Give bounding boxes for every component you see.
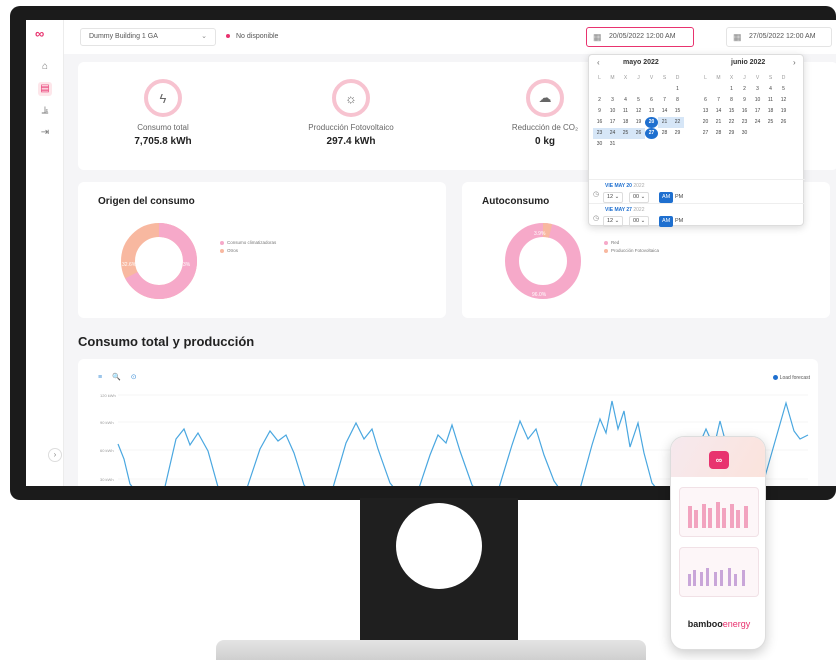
week-row: 12345 xyxy=(730,86,785,92)
monitor-frame: ∞ ⌂ ▤ ⫡ ⇥ › Dummy Building 1 GA ⌄ No dis… xyxy=(10,6,836,500)
donut-label-fotovoltaica: 96.0% xyxy=(532,292,547,298)
donut-label-red: 3.9% xyxy=(534,231,546,237)
calendar-icon: ▦ xyxy=(593,32,602,42)
kpi-label: Producción Fotovoltaico xyxy=(308,123,394,132)
chart-icon[interactable]: ⫡ xyxy=(38,104,52,118)
kpi-value: 297.4 kWh xyxy=(326,136,376,147)
sidebar-collapse-button[interactable]: › xyxy=(48,448,62,462)
month-label: mayo 2022 xyxy=(623,59,659,66)
origen-card: Origen del consumo 67.3% 32.6% Consumo c… xyxy=(78,182,446,318)
week-row: 9 10 11 12 13 14 15 xyxy=(598,108,681,114)
am-button[interactable]: AM xyxy=(659,216,674,227)
prev-month-button[interactable]: ‹ xyxy=(597,58,600,67)
donut-label-otros: 32.6% xyxy=(122,262,137,268)
kpi-consumo: ϟ Consumo total 7,705.8 kWh xyxy=(88,62,238,147)
topbar: Dummy Building 1 GA ⌄ No disponible ▦ 20… xyxy=(64,20,836,54)
time-picker-date: VIE MAY 27 2022 xyxy=(605,207,645,213)
status-text: No disponible xyxy=(236,33,279,40)
legend-item: Otros xyxy=(220,248,276,253)
week-row: 13 14 15 16 17 18 19 xyxy=(702,108,787,114)
week-row: 30 31 xyxy=(596,141,616,147)
date-to-value: 27/05/2022 12:00 AM xyxy=(749,33,816,40)
y-tick-label: 30 kWh xyxy=(100,477,114,482)
phone-mini-chart xyxy=(688,502,748,528)
legend-item: Producción Fotovoltaica xyxy=(604,248,659,253)
phone-app-logo: ∞ xyxy=(709,451,729,469)
calendar-grid-june: LMXJVSD 12345 6 7 8 9 10 11 12 13 14 15 16 17 18 19 … xyxy=(699,73,799,139)
clock-icon: ◷ xyxy=(593,191,600,198)
weekday-row: LMXJVSD xyxy=(598,75,680,81)
week-row: 16 17 18 19 20 21 22 xyxy=(593,117,693,128)
pm-button[interactable]: PM xyxy=(675,216,683,227)
minute-select[interactable]: 00 ⌄ xyxy=(629,216,650,227)
legend-item: Consumo climatizadoras xyxy=(220,240,276,245)
logout-icon[interactable]: ⇥ xyxy=(38,126,52,140)
y-tick-label: 120 kWh xyxy=(100,393,116,398)
month-label: junio 2022 xyxy=(731,59,766,66)
stand-cutout xyxy=(396,503,482,589)
home-icon[interactable]: ⌂ xyxy=(38,60,52,74)
phone-mini-chart xyxy=(688,568,745,586)
calendar-grid-may: LMXJVSD 1 2345678 9 10 11 12 13 14 15 16 17 18 19… xyxy=(593,73,693,150)
pm-button[interactable]: PM xyxy=(675,192,683,203)
am-button[interactable]: AM xyxy=(659,192,674,203)
card-title: Autoconsumo xyxy=(482,196,550,207)
next-month-button[interactable]: › xyxy=(793,58,796,67)
weekday-row: LMXJVSD xyxy=(704,75,786,81)
week-row: 2345678 xyxy=(598,97,679,103)
origen-donut: 67.3% 32.6% xyxy=(121,223,197,299)
status-indicator: No disponible xyxy=(226,28,278,46)
kpi-produccion: ☼ Producción Fotovoltaico 297.4 kWh xyxy=(276,62,426,147)
minute-select[interactable]: 00 ⌄ xyxy=(629,192,650,203)
card-title: Origen del consumo xyxy=(98,196,195,207)
y-tick-label: 90 kWh xyxy=(100,420,114,425)
donut-label-climatizadoras: 67.3% xyxy=(176,262,191,268)
week-row: 27 28 29 30 xyxy=(702,130,748,136)
sun-icon: ☼ xyxy=(332,79,370,117)
donut-segment-fotovoltaica xyxy=(505,223,581,299)
app-screen: ∞ ⌂ ▤ ⫡ ⇥ › Dummy Building 1 GA ⌄ No dis… xyxy=(26,20,836,486)
origen-legend: Consumo climatizadoras Otros xyxy=(220,240,276,256)
status-dot-icon xyxy=(226,34,230,39)
autoconsumo-legend: Red Producción Fotovoltaica xyxy=(604,240,659,256)
phone-mockup: ∞ bambooenergy xyxy=(670,436,766,650)
phone-chart-card xyxy=(679,547,759,597)
legend-item: Red xyxy=(604,240,659,245)
section-title: Consumo total y producción xyxy=(78,334,255,349)
kpi-value: 7,705.8 kWh xyxy=(134,136,192,147)
date-from-input[interactable]: ▦ 20/05/2022 12:00 AM xyxy=(586,27,694,47)
clock-icon: ◷ xyxy=(593,215,600,222)
y-tick-label: 60 kWh xyxy=(100,448,114,453)
autoconsumo-donut: 3.9% 96.0% xyxy=(505,223,581,299)
phone-chart-card xyxy=(679,487,759,537)
brand-logo: bambooenergy xyxy=(687,619,751,629)
sidebar: ∞ ⌂ ▤ ⫡ ⇥ › xyxy=(26,20,64,486)
building-select-value: Dummy Building 1 GA xyxy=(89,33,158,40)
building-select[interactable]: Dummy Building 1 GA ⌄ xyxy=(80,28,216,46)
date-to-input[interactable]: ▦ 27/05/2022 12:00 AM xyxy=(726,27,832,47)
week-row: 1 xyxy=(676,86,679,92)
date-from-value: 20/05/2022 12:00 AM xyxy=(609,33,676,40)
time-picker-end: ◷ VIE MAY 27 2022 12 ⌄ 00 ⌄ AM PM xyxy=(589,203,805,231)
bolt-icon: ϟ xyxy=(144,79,182,117)
range-start-day[interactable]: 20 xyxy=(645,117,658,128)
kpi-label: Consumo total xyxy=(137,123,189,132)
calendar-icon: ▦ xyxy=(733,32,742,42)
time-picker-date: VIE MAY 20 2022 xyxy=(605,183,645,189)
range-end-day[interactable]: 27 xyxy=(645,128,658,139)
hour-select[interactable]: 12 ⌄ xyxy=(603,216,624,227)
app-logo: ∞ xyxy=(35,26,45,41)
building-icon[interactable]: ▤ xyxy=(38,82,52,96)
week-row: 23 24 25 26 27 28 29 xyxy=(593,128,693,139)
week-row: 6 7 8 9 10 11 12 xyxy=(704,97,787,103)
week-row: 20 21 22 23 24 25 26 xyxy=(702,119,787,125)
chevron-down-icon: ⌄ xyxy=(201,33,207,40)
datepicker-popup: ‹ mayo 2022 junio 2022 › LMXJVSD 1 23456… xyxy=(588,54,805,227)
hour-select[interactable]: 12 ⌄ xyxy=(603,192,624,203)
cloud-icon: ☁ xyxy=(526,79,564,117)
monitor-base xyxy=(216,640,646,660)
